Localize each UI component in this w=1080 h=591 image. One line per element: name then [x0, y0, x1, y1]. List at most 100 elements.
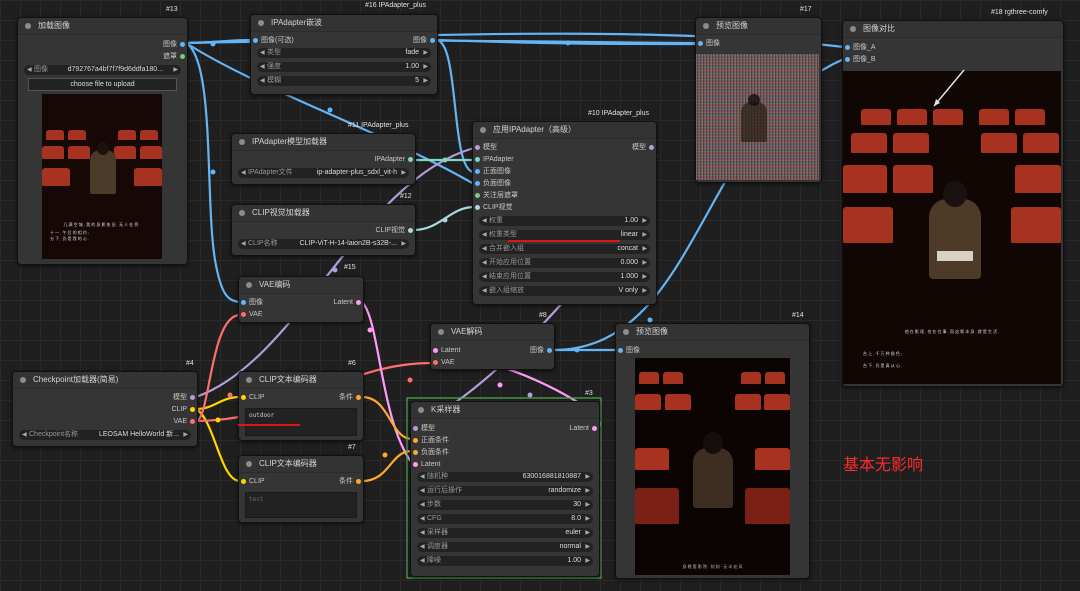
port-dot-icon[interactable] — [408, 228, 413, 233]
collapse-dot-icon[interactable] — [246, 377, 252, 383]
input-image-a[interactable]: 图像_A — [843, 43, 876, 53]
input-image[interactable]: 图像 — [239, 298, 263, 308]
widget-checkpoint-name[interactable]: ◀ Checkpoint名称 LEOSAM HelloWorld 新... ▶ — [19, 430, 191, 440]
port-dot-icon[interactable] — [190, 395, 195, 400]
arrow-left-icon[interactable]: ◀ — [420, 500, 425, 510]
port-dot-icon[interactable] — [475, 205, 480, 210]
output-vae[interactable]: VAE — [174, 417, 198, 427]
node-title[interactable]: CLIP文本编码器 — [239, 372, 363, 389]
output-conditioning[interactable]: 条件 — [339, 393, 363, 403]
widget-weight-type[interactable]: ◀ 权重类型 linear ▶ — [479, 230, 650, 240]
input-vae[interactable]: VAE — [239, 310, 263, 320]
arrow-right-icon[interactable]: ▶ — [585, 514, 590, 524]
input-vae[interactable]: VAE — [431, 358, 455, 368]
node-title[interactable]: 应用IPAdapter（高级） — [473, 122, 656, 139]
input-image[interactable]: 图像 — [696, 39, 720, 49]
arrow-left-icon[interactable]: ◀ — [420, 556, 425, 566]
arrow-left-icon[interactable]: ◀ — [27, 65, 32, 75]
arrow-left-icon[interactable]: ◀ — [482, 244, 487, 254]
upload-button[interactable]: choose file to upload — [28, 78, 177, 91]
arrow-left-icon[interactable]: ◀ — [260, 48, 265, 58]
port-dot-icon[interactable] — [180, 42, 185, 47]
port-dot-icon[interactable] — [180, 54, 185, 59]
arrow-right-icon[interactable]: ▶ — [642, 230, 647, 240]
port-dot-icon[interactable] — [698, 41, 703, 46]
widget-combine-embeds[interactable]: ◀ 合并嵌入组 concat ▶ — [479, 244, 650, 254]
widget-blur[interactable]: ◀ 模糊 5 ▶ — [257, 76, 431, 86]
arrow-left-icon[interactable]: ◀ — [420, 542, 425, 552]
arrow-left-icon[interactable]: ◀ — [420, 486, 425, 496]
widget-type[interactable]: ◀ 类型 fade ▶ — [257, 48, 431, 58]
arrow-right-icon[interactable]: ▶ — [401, 168, 406, 178]
node-title[interactable]: IPAdapter嵌波 — [251, 15, 437, 32]
port-dot-icon[interactable] — [190, 407, 195, 412]
port-dot-icon[interactable] — [356, 300, 361, 305]
collapse-dot-icon[interactable] — [246, 282, 252, 288]
port-dot-icon[interactable] — [190, 419, 195, 424]
input-model[interactable]: 模型 — [473, 143, 497, 153]
compare-image[interactable]: 他 在 影 境 , 也 在 往 事 , 而 这 影 本 身 , 就 是 生 活 … — [843, 71, 1061, 384]
port-dot-icon[interactable] — [475, 181, 480, 186]
arrow-left-icon[interactable]: ◀ — [482, 216, 487, 226]
widget-ipadapter-file[interactable]: ◀ IPAdapter文件 ip-adapter-plus_sdxl_vit-h ▶ — [238, 168, 409, 178]
input-image-optional[interactable]: 图像(可选) — [251, 36, 294, 46]
output-model[interactable]: 模型 — [173, 393, 197, 403]
port-dot-icon[interactable] — [475, 169, 480, 174]
node-title[interactable]: K采样器 — [411, 402, 599, 419]
node-title[interactable]: VAE编码 — [239, 277, 363, 294]
port-dot-icon[interactable] — [241, 395, 246, 400]
arrow-left-icon[interactable]: ◀ — [241, 239, 246, 249]
widget-weight[interactable]: ◀ 权重 1.00 ▶ — [479, 216, 650, 226]
port-dot-icon[interactable] — [618, 348, 623, 353]
input-model[interactable]: 模型 — [411, 424, 435, 434]
port-dot-icon[interactable] — [241, 300, 246, 305]
node-ipadapter-advanced[interactable]: 应用IPAdapter（高级） 模型 模型 IPAdapter 正面图像 负面图… — [472, 121, 657, 305]
arrow-left-icon[interactable]: ◀ — [420, 472, 425, 482]
node-title[interactable]: Checkpoint加载器(简易) — [13, 372, 197, 389]
collapse-dot-icon[interactable] — [480, 127, 486, 133]
arrow-right-icon[interactable]: ▶ — [173, 65, 178, 75]
port-dot-icon[interactable] — [592, 426, 597, 431]
node-title[interactable]: CLIP文本编码器 — [239, 456, 363, 473]
port-dot-icon[interactable] — [475, 145, 480, 150]
arrow-right-icon[interactable]: ▶ — [423, 62, 428, 72]
prompt-textarea[interactable]: text — [245, 492, 357, 518]
node-title[interactable]: 加载图像 — [18, 18, 187, 35]
output-image[interactable]: 图像 — [413, 36, 437, 46]
input-latent[interactable]: Latent — [431, 346, 460, 356]
collapse-dot-icon[interactable] — [239, 139, 245, 145]
arrow-right-icon[interactable]: ▶ — [585, 500, 590, 510]
widget-sampler[interactable]: ◀ 采样器 euler ▶ — [417, 528, 593, 538]
widget-clip-name[interactable]: ◀ CLIP名称 CLIP-ViT-H-14-laion2B-s32B-... ▶ — [238, 239, 409, 249]
output-conditioning[interactable]: 条件 — [339, 477, 363, 487]
input-clip-vision[interactable]: CLIP视觉 — [473, 203, 513, 213]
widget-end-at[interactable]: ◀ 结束应用位置 1.000 ▶ — [479, 272, 650, 282]
port-dot-icon[interactable] — [433, 348, 438, 353]
widget-cfg[interactable]: ◀ CFG 8.0 ▶ — [417, 514, 593, 524]
output-image[interactable]: 图像 — [163, 40, 187, 50]
widget-embeds-scaling[interactable]: ◀ 嵌入组缩放 V only ▶ — [479, 286, 650, 296]
arrow-right-icon[interactable]: ▶ — [423, 48, 428, 58]
widget-scheduler[interactable]: ◀ 调度器 normal ▶ — [417, 542, 593, 552]
arrow-right-icon[interactable]: ▶ — [183, 430, 188, 440]
port-dot-icon[interactable] — [547, 348, 552, 353]
collapse-dot-icon[interactable] — [239, 210, 245, 216]
input-negative-image[interactable]: 负面图像 — [473, 179, 511, 189]
arrow-left-icon[interactable]: ◀ — [482, 258, 487, 268]
input-positive[interactable]: 正面条件 — [411, 436, 449, 446]
collapse-dot-icon[interactable] — [418, 407, 424, 413]
prompt-textarea[interactable]: outdoor — [245, 408, 357, 436]
node-preview-14[interactable]: 预览图像 图像 身 晚 套 影 院 · 刻 刻 · 无 半 处 风 — [615, 323, 810, 579]
input-ipadapter[interactable]: IPAdapter — [473, 155, 514, 165]
widget-denoise[interactable]: ◀ 降噪 1.00 ▶ — [417, 556, 593, 566]
collapse-dot-icon[interactable] — [25, 23, 31, 29]
port-dot-icon[interactable] — [241, 312, 246, 317]
arrow-left-icon[interactable]: ◀ — [260, 76, 265, 86]
arrow-right-icon[interactable]: ▶ — [642, 216, 647, 226]
output-mask[interactable]: 遮罩 — [163, 52, 187, 62]
port-dot-icon[interactable] — [413, 438, 418, 443]
input-clip[interactable]: CLIP — [239, 393, 265, 403]
port-dot-icon[interactable] — [413, 462, 418, 467]
node-title[interactable]: VAE解码 — [431, 324, 554, 341]
widget-strength[interactable]: ◀ 强度 1.00 ▶ — [257, 62, 431, 72]
